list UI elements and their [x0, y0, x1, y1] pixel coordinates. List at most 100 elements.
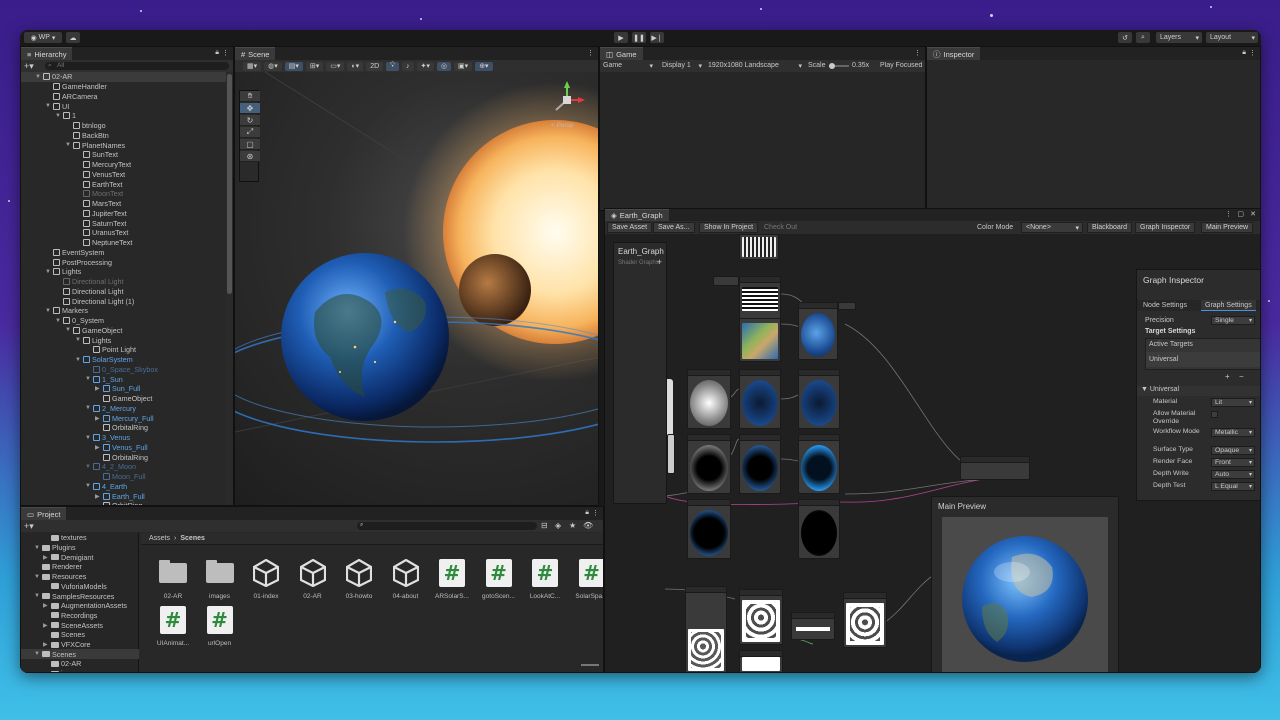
filter-type-icon[interactable]: ⊟	[541, 521, 548, 530]
hierarchy-item[interactable]: EarthText	[75, 179, 122, 189]
hierarchy-item[interactable]: MarsText	[75, 199, 121, 209]
chevron-down-icon[interactable]: ▼	[34, 593, 40, 599]
chevron-down-icon[interactable]: ▼	[85, 376, 91, 382]
chevron-down-icon[interactable]: ▼	[55, 318, 61, 324]
graph-node[interactable]	[687, 499, 731, 559]
project-folder-item[interactable]: textures	[43, 533, 87, 543]
hierarchy-item[interactable]: ▼ 3_Venus	[85, 433, 130, 443]
chevron-down-icon[interactable]: ▼	[35, 74, 41, 80]
tab-game[interactable]: ◫ Game	[600, 47, 643, 60]
hierarchy-item[interactable]: ▼ 1	[55, 111, 76, 121]
graph-node[interactable]	[685, 586, 727, 672]
layers-dropdown[interactable]: Layers ▾	[1156, 32, 1202, 43]
lighting-toggle-icon[interactable]: 💡︎	[386, 61, 400, 71]
create-asset-icon[interactable]: +▾	[24, 521, 34, 532]
project-folder-item[interactable]: ▶ SceneAssets	[43, 620, 103, 630]
color-mode-dropdown[interactable]: <None> ▾	[1021, 222, 1083, 233]
camera-dropdown[interactable]: ▣▾	[454, 61, 473, 71]
graph-node[interactable]	[739, 434, 781, 494]
add-property-icon[interactable]: +	[657, 257, 662, 267]
hierarchy-item[interactable]: ▼ PlanetNames	[65, 140, 125, 150]
hierarchy-item[interactable]: GameHandler	[45, 82, 107, 92]
hierarchy-item[interactable]: Point Light	[85, 345, 136, 355]
chevron-down-icon[interactable]: ▼	[85, 405, 91, 411]
scale-tool-icon[interactable]: ⤢	[240, 127, 260, 138]
chevron-right-icon[interactable]: ▶	[95, 385, 101, 392]
chevron-right-icon[interactable]: ▶	[95, 493, 101, 500]
project-folder-item[interactable]: VuforiaModels	[43, 582, 107, 592]
audio-toggle-icon[interactable]: ♪	[402, 61, 414, 71]
hierarchy-item[interactable]: Moon_Full	[95, 472, 146, 482]
project-folder-item[interactable]: images	[43, 669, 84, 672]
asset-tile[interactable]: 03-howto	[337, 559, 381, 623]
hierarchy-item[interactable]: ▼ 02-AR	[21, 72, 227, 82]
hierarchy-item[interactable]: Directional Light	[55, 287, 124, 297]
check-out-button[interactable]: Check Out	[760, 222, 801, 233]
hierarchy-item[interactable]: ▼ 2_Mercury	[85, 404, 136, 414]
projection-label[interactable]: < Persp	[551, 122, 574, 129]
scene-viewport[interactable]: ✋︎ ✥ ↻ ⤢ ▢ ⊛ < Persp	[235, 72, 598, 505]
search-icon[interactable]: ⌕	[1136, 32, 1150, 43]
chevron-down-icon[interactable]: ▼	[65, 327, 71, 333]
maximize-icon[interactable]: ▢	[1237, 210, 1244, 218]
allow-override-checkbox[interactable]	[1211, 411, 1218, 418]
project-folder-item[interactable]: ▼ Plugins	[34, 543, 76, 553]
blackboard-toggle-button[interactable]: Blackboard	[1087, 222, 1133, 233]
chevron-right-icon[interactable]: ▶	[95, 444, 101, 451]
hierarchy-item[interactable]: ▼ Markers	[45, 306, 88, 316]
asset-tile[interactable]: # UIAnimat...	[151, 606, 195, 670]
graph-node[interactable]	[791, 612, 835, 640]
favorite-icon[interactable]: ★	[569, 521, 576, 530]
hierarchy-item[interactable]: ▼ Lights	[45, 267, 81, 277]
breadcrumb-assets[interactable]: Assets	[149, 535, 170, 542]
hierarchy-item[interactable]: ▼ UI	[45, 101, 69, 111]
graph-node[interactable]	[798, 434, 840, 494]
hierarchy-search-input[interactable]: ⌕ All	[45, 62, 229, 70]
grid-visibility-dropdown[interactable]: ▭▾	[326, 61, 345, 71]
remove-target-icon[interactable]: −	[1239, 372, 1244, 381]
tab-scene[interactable]: # Scene	[235, 47, 276, 60]
lock-icon[interactable]: 🔒︎	[1242, 49, 1246, 57]
game-viewport[interactable]	[600, 72, 925, 210]
graph-node[interactable]	[739, 589, 783, 645]
save-as-button[interactable]: Save As...	[653, 222, 695, 233]
hierarchy-item[interactable]: btnlogo	[65, 121, 106, 131]
hierarchy-item[interactable]: ▼ GameObject	[65, 326, 122, 336]
graph-node[interactable]	[713, 276, 739, 286]
main-preview-toggle-button[interactable]: Main Preview	[1201, 222, 1254, 233]
chevron-down-icon[interactable]: ▼	[85, 483, 91, 489]
play-focused-dropdown[interactable]: Play Focused	[880, 62, 925, 69]
chevron-down-icon[interactable]: ▼	[34, 574, 40, 580]
asset-tile[interactable]: # urlOpen	[198, 606, 242, 670]
add-target-icon[interactable]: +	[1225, 372, 1230, 381]
hierarchy-item[interactable]: 0_Space_Skybox	[85, 365, 158, 375]
hierarchy-item[interactable]: EventSystem	[45, 248, 104, 258]
tab-inspector[interactable]: ⓘ Inspector	[927, 47, 981, 60]
graph-node[interactable]	[843, 592, 887, 648]
hierarchy-scrollbar[interactable]	[226, 72, 233, 505]
chevron-down-icon[interactable]: ▼	[34, 651, 40, 657]
account-dropdown[interactable]: ◉ WP ▾	[24, 32, 62, 43]
chevron-right-icon[interactable]: ▶	[43, 641, 49, 648]
project-folder-item[interactable]: ▶ VFXCore	[43, 640, 91, 650]
graph-node[interactable]	[960, 456, 1030, 480]
project-folder-item[interactable]: ▼ Resources	[34, 572, 86, 582]
hierarchy-item[interactable]: ▼ 4_2_Moon	[85, 462, 136, 472]
rotate-tool-icon[interactable]: ↻	[240, 115, 260, 126]
project-folder-item[interactable]: ▼ SamplesResources	[34, 591, 114, 601]
hierarchy-item[interactable]: OrbitalRing	[95, 452, 148, 462]
graph-node[interactable]	[739, 369, 781, 429]
hierarchy-item[interactable]: Directional Light (1)	[55, 296, 134, 306]
save-asset-button[interactable]: Save Asset	[607, 222, 653, 233]
graph-inspector-toggle-button[interactable]: Graph Inspector	[1135, 222, 1196, 233]
kebab-menu-icon[interactable]: ⋮	[914, 49, 921, 57]
graph-node[interactable]	[687, 369, 731, 429]
hierarchy-item[interactable]: MoonText	[75, 189, 123, 199]
asset-tile[interactable]: 04-about	[384, 559, 428, 623]
hierarchy-item[interactable]: ▶ Mercury_Full	[95, 413, 154, 423]
kebab-menu-icon[interactable]: ⋮	[587, 49, 594, 57]
cloud-icon[interactable]: ☁	[66, 32, 80, 43]
gizmo-mode-dropdown[interactable]: ◍▾	[264, 61, 282, 71]
asset-tile[interactable]: 02-AR	[291, 559, 335, 623]
hierarchy-item[interactable]: ▼ SolarSystem	[75, 355, 133, 365]
